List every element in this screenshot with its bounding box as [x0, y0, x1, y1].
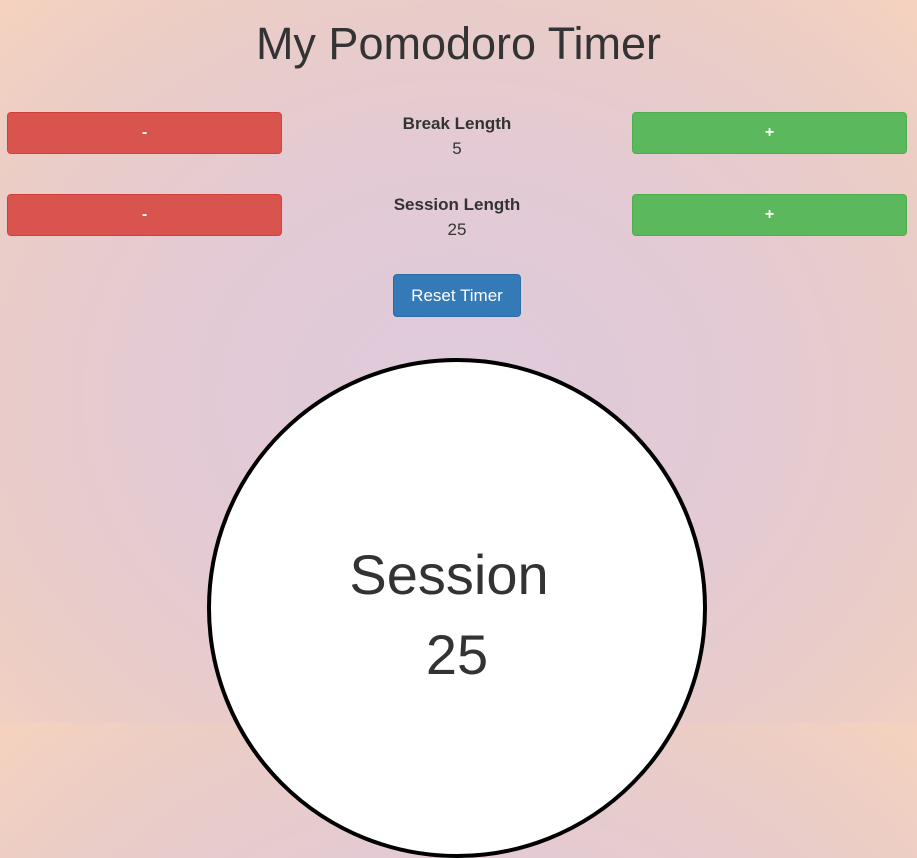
session-length-label: Session Length	[393, 195, 521, 214]
timer-time-display: 25	[425, 623, 489, 686]
page-title: My Pomodoro Timer	[255, 18, 662, 69]
session-decrement-button[interactable]: -	[7, 194, 282, 236]
break-length-value: 5	[452, 139, 462, 158]
timer-clock[interactable]	[207, 358, 707, 858]
session-increment-button[interactable]: +	[632, 194, 907, 236]
break-increment-button[interactable]: +	[632, 112, 907, 154]
reset-timer-button[interactable]: Reset Timer	[393, 274, 521, 317]
break-decrement-button[interactable]: -	[7, 112, 282, 154]
session-length-value: 25	[447, 220, 467, 239]
break-length-label: Break Length	[402, 114, 512, 133]
timer-mode-label: Session	[349, 543, 549, 606]
